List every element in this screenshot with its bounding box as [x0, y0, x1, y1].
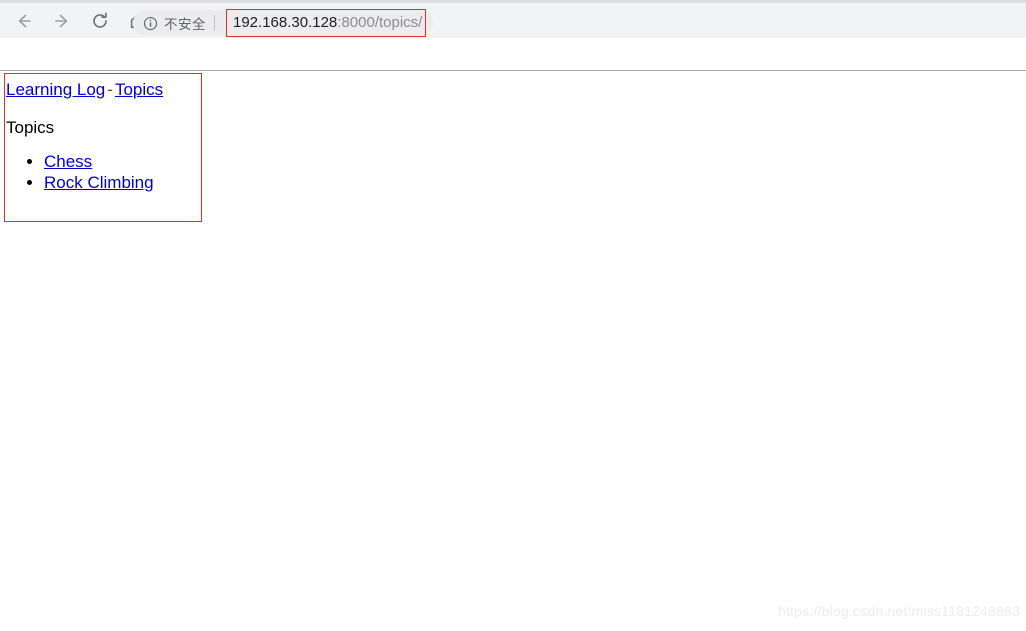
page-content: Learning Log-Topics Topics Chess Rock Cl… — [6, 76, 201, 193]
watermark-text: https://blog.csdn.net/miss1181248983 — [778, 603, 1020, 619]
topics-list: Chess Rock Climbing — [6, 151, 201, 193]
breadcrumb-separator: - — [107, 80, 113, 99]
forward-arrow-icon — [55, 14, 68, 27]
breadcrumb: Learning Log - Topics — [6, 76, 201, 101]
forward-button[interactable] — [48, 7, 76, 35]
info-circle-icon[interactable] — [142, 15, 158, 31]
breadcrumb-link-topics[interactable]: Topics — [115, 80, 163, 99]
url-host: 192.168.30.128 — [233, 14, 338, 31]
back-button[interactable] — [10, 7, 38, 35]
topic-link-rock-climbing[interactable]: Rock Climbing — [44, 173, 154, 192]
page-title: Topics — [6, 118, 55, 137]
reload-icon — [93, 12, 107, 28]
security-status-label: 不安全 — [164, 17, 206, 32]
back-arrow-icon — [18, 14, 31, 27]
browser-toolbar: 不安全 192.168.30.128:8000/topics/ — [0, 0, 1026, 38]
topic-link-chess[interactable]: Chess — [44, 152, 92, 171]
breadcrumb-link-learning-log[interactable]: Learning Log — [6, 80, 105, 99]
list-item: Rock Climbing — [44, 172, 201, 193]
reload-button[interactable] — [86, 7, 114, 35]
url-path: :8000/topics/ — [337, 14, 423, 31]
omnibox-divider — [214, 15, 215, 31]
list-item: Chess — [44, 151, 201, 172]
chrome-separator — [0, 70, 1026, 71]
url-display[interactable]: 192.168.30.128:8000/topics/ — [233, 13, 422, 33]
